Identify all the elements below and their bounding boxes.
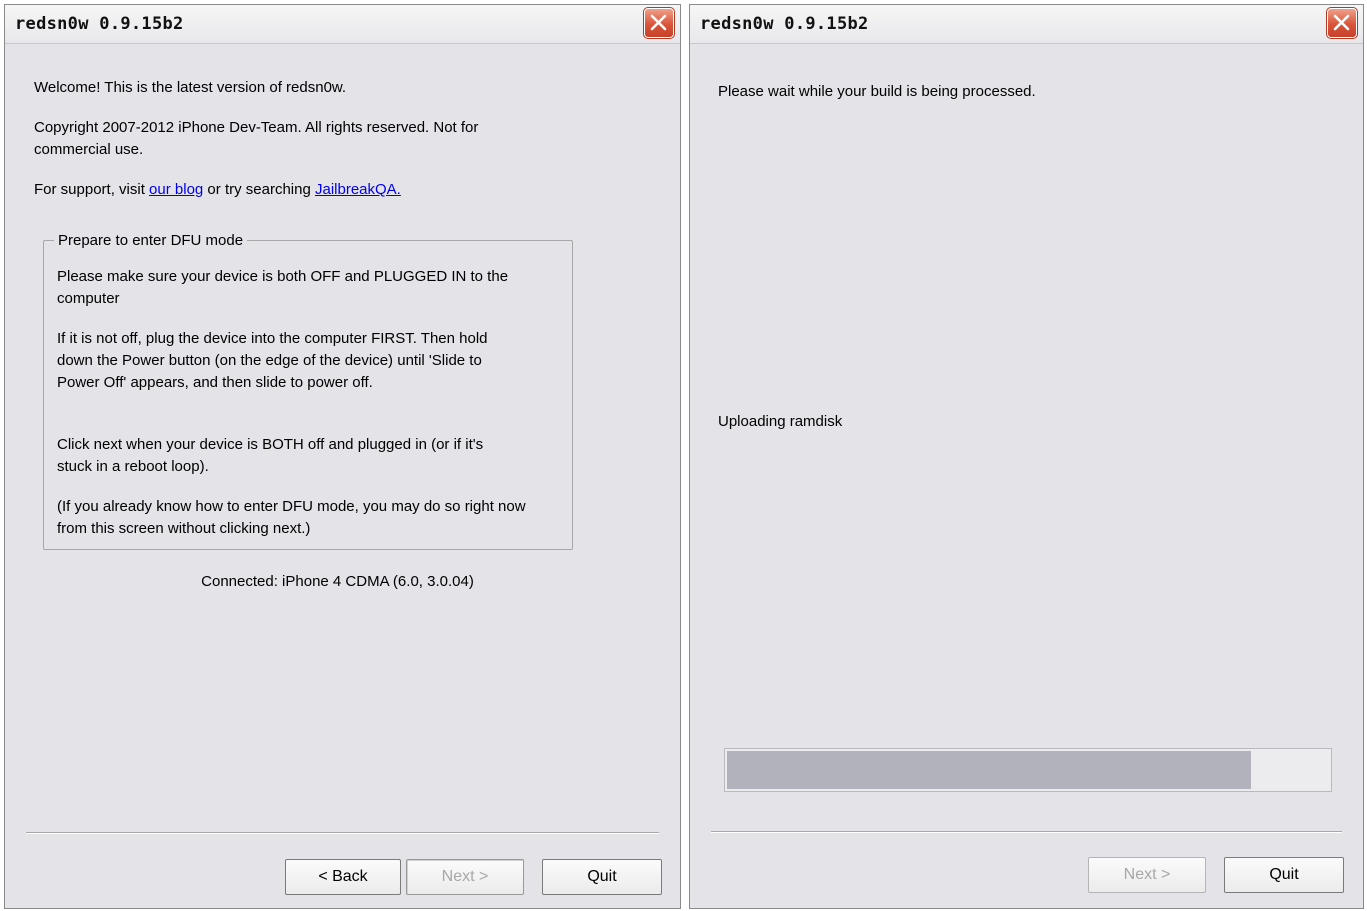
button-separator: [711, 831, 1342, 833]
title-bar[interactable]: redsn0w 0.9.15b2: [5, 5, 680, 44]
next-button[interactable]: Next >: [406, 859, 524, 895]
progress-bar: [724, 748, 1332, 792]
progress-bar-fill: [727, 751, 1251, 789]
quit-button[interactable]: Quit: [542, 859, 662, 895]
dfu-group-legend: Prepare to enter DFU mode: [58, 232, 244, 249]
copyright-text: Copyright 2007-2012 iPhone Dev-Team. All…: [34, 119, 479, 158]
progress-status-text: Uploading ramdisk: [718, 413, 843, 430]
redsn0w-welcome-window: redsn0w 0.9.15b2 Welcome! This is the la…: [4, 4, 681, 909]
next-button-label: Next >: [1123, 866, 1171, 883]
our-blog-link[interactable]: our blog: [149, 181, 203, 198]
button-separator: [26, 832, 659, 834]
support-line: For support, visit our blog or try searc…: [34, 179, 634, 201]
next-button-label: Next >: [441, 868, 489, 885]
dfu-instruction-1: Please make sure your device is both OFF…: [57, 268, 509, 307]
quit-button[interactable]: Quit: [1224, 857, 1344, 893]
window-title: redsn0w 0.9.15b2: [15, 14, 184, 34]
quit-button-label: Quit: [587, 868, 617, 885]
dfu-instruction-2: If it is not off, plug the device into t…: [57, 330, 488, 391]
next-button[interactable]: Next >: [1088, 857, 1206, 893]
redsn0w-progress-window: redsn0w 0.9.15b2 Please wait while your …: [689, 4, 1364, 909]
window-title: redsn0w 0.9.15b2: [700, 14, 869, 34]
title-bar[interactable]: redsn0w 0.9.15b2: [690, 5, 1363, 44]
close-button[interactable]: [1326, 7, 1358, 39]
support-middle: or try searching: [203, 181, 315, 198]
dfu-instruction-4: (If you already know how to enter DFU mo…: [57, 498, 526, 537]
back-button-label: < Back: [318, 868, 368, 885]
support-prefix: For support, visit: [34, 181, 150, 198]
close-x-icon: [650, 14, 667, 31]
back-button[interactable]: < Back: [285, 859, 401, 895]
quit-button-label: Quit: [1269, 866, 1299, 883]
wait-message: Please wait while your build is being pr…: [718, 83, 1036, 100]
close-button[interactable]: [643, 7, 675, 39]
welcome-text: Welcome! This is the latest version of r…: [34, 79, 347, 96]
jailbreakqa-link[interactable]: JailbreakQA.: [315, 181, 401, 198]
dfu-instruction-3: Click next when your device is BOTH off …: [57, 436, 484, 475]
connected-device-status: Connected: iPhone 4 CDMA (6.0, 3.0.04): [201, 573, 474, 590]
close-x-icon: [1333, 14, 1350, 31]
